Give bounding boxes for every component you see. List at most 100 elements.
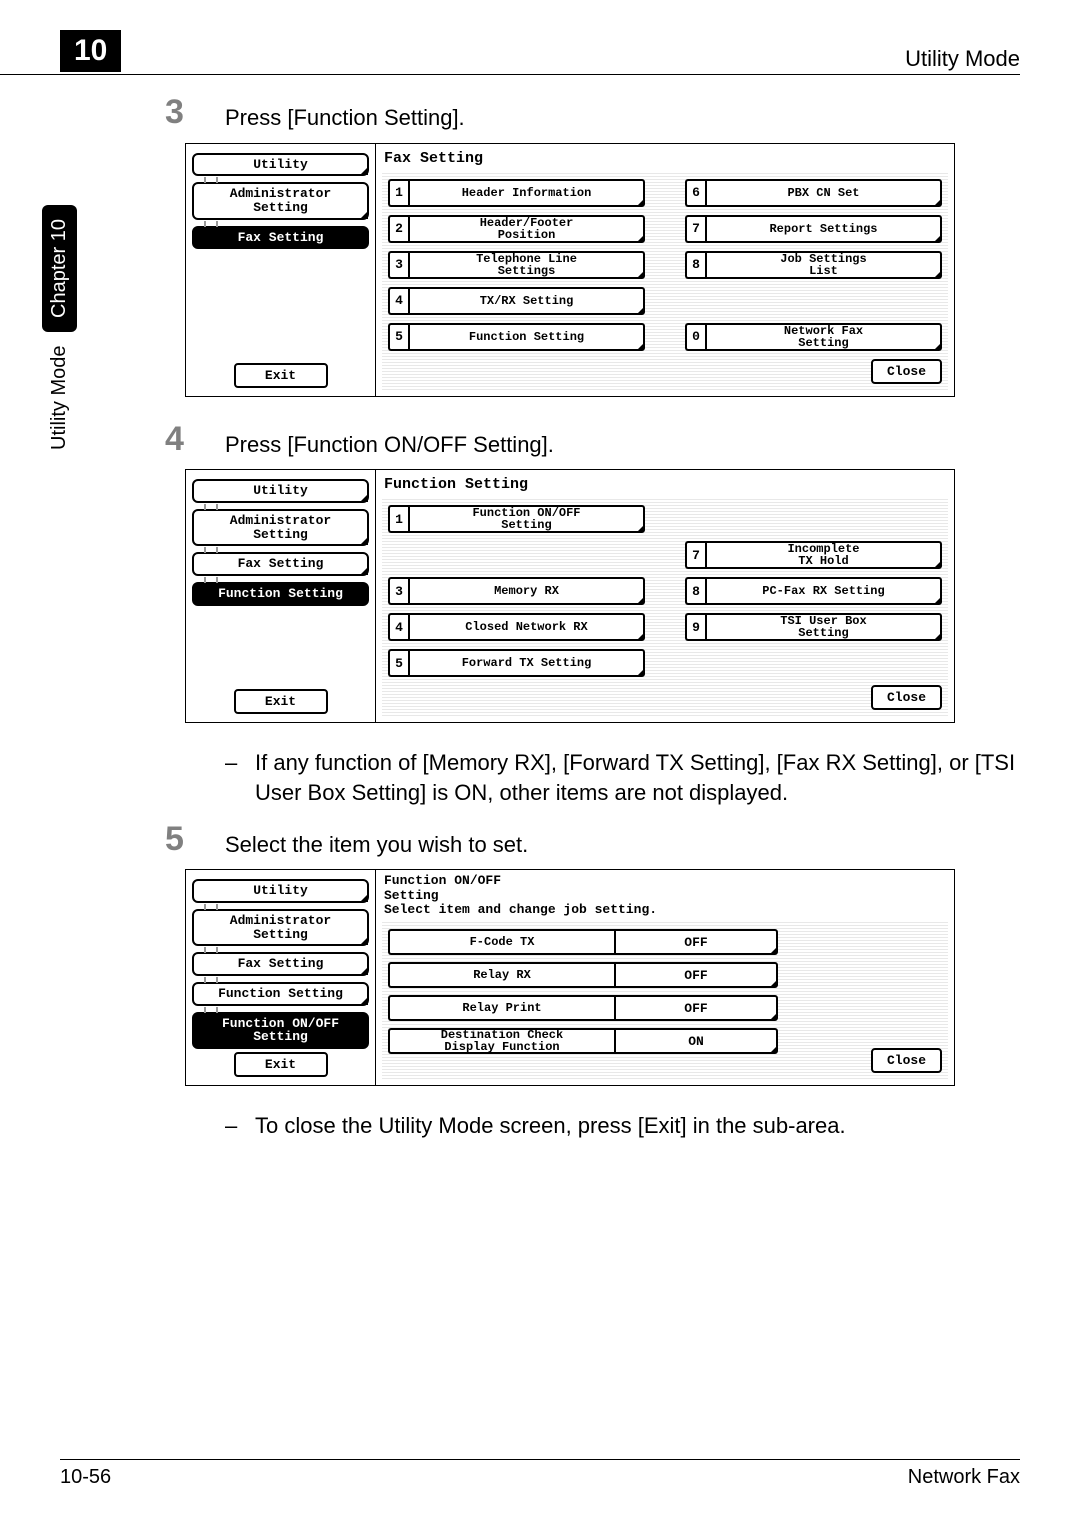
step-5-note: To close the Utility Mode screen, press … [255, 1111, 846, 1141]
menu-option[interactable]: 5Function Setting [388, 323, 645, 351]
menu-option-number: 0 [685, 323, 705, 351]
menu-option[interactable]: 7Incomplete TX Hold [685, 541, 942, 569]
menu-option-number: 5 [388, 323, 408, 351]
menu-option[interactable]: 7Report Settings [685, 215, 942, 243]
menu-option-number: 7 [685, 215, 705, 243]
menu-option-number: 3 [388, 251, 408, 279]
note-dash: – [225, 748, 255, 807]
menu-option-number: 7 [685, 541, 705, 569]
screen-function-setting: Utility Administrator Setting Fax Settin… [185, 469, 955, 723]
onoff-row[interactable]: Destination Check Display FunctionON [388, 1028, 778, 1054]
menu-option[interactable]: 2Header/Footer Position [388, 215, 645, 243]
header-title: Utility Mode [905, 46, 1020, 72]
menu-option[interactable]: 8Job Settings List [685, 251, 942, 279]
menu-option[interactable]: 4Closed Network RX [388, 613, 645, 641]
onoff-label: F-Code TX [388, 929, 614, 955]
screen-fax-setting: Utility Administrator Setting Fax Settin… [185, 143, 955, 397]
menu-option-label: PBX CN Set [705, 179, 942, 207]
crumb-function-setting[interactable]: Function Setting [192, 582, 369, 606]
menu-option-label: Network Fax Setting [705, 323, 942, 351]
menu-option[interactable]: 1Header Information [388, 179, 645, 207]
crumb-function-setting[interactable]: Function Setting [192, 982, 369, 1006]
menu-option-label: Job Settings List [705, 251, 942, 279]
menu-option[interactable]: 4TX/RX Setting [388, 287, 645, 315]
menu-option-number: 6 [685, 179, 705, 207]
step-4-number: 4 [165, 422, 225, 456]
side-tab: Utility Mode Chapter 10 [42, 205, 77, 450]
menu-option[interactable]: 3Memory RX [388, 577, 645, 605]
exit-button[interactable]: Exit [234, 1052, 328, 1077]
crumb-fax-setting[interactable]: Fax Setting [192, 552, 369, 576]
side-label: Utility Mode [48, 346, 70, 450]
crumb-admin-setting[interactable]: Administrator Setting [192, 182, 369, 219]
close-button[interactable]: Close [871, 359, 942, 384]
step-4-note: If any function of [Memory RX], [Forward… [255, 748, 1020, 807]
onoff-value: ON [614, 1028, 778, 1054]
onoff-row[interactable]: F-Code TXOFF [388, 929, 778, 955]
step-5-number: 5 [165, 822, 225, 856]
menu-option-number: 4 [388, 287, 408, 315]
menu-option-label: Memory RX [408, 577, 645, 605]
menu-option-label: Function ON/OFF Setting [408, 505, 645, 533]
menu-option-label: PC-Fax RX Setting [705, 577, 942, 605]
crumb-admin-setting[interactable]: Administrator Setting [192, 909, 369, 946]
menu-option-label: TX/RX Setting [408, 287, 645, 315]
menu-option-label: Header/Footer Position [408, 215, 645, 243]
menu-option-number: 8 [685, 251, 705, 279]
menu-option-number: 9 [685, 613, 705, 641]
exit-button[interactable]: Exit [234, 363, 328, 388]
menu-option-label: Forward TX Setting [408, 649, 645, 677]
onoff-value: OFF [614, 962, 778, 988]
side-chapter-pill: Chapter 10 [42, 205, 77, 332]
onoff-row[interactable]: Relay PrintOFF [388, 995, 778, 1021]
crumb-fax-setting[interactable]: Fax Setting [192, 952, 369, 976]
chapter-number: 10 [60, 30, 121, 72]
close-button[interactable]: Close [871, 685, 942, 710]
screen-title: Function Setting [382, 474, 948, 497]
menu-option-number: 3 [388, 577, 408, 605]
menu-option[interactable]: 0Network Fax Setting [685, 323, 942, 351]
menu-option-label: Telephone Line Settings [408, 251, 645, 279]
menu-option[interactable]: 9TSI User Box Setting [685, 613, 942, 641]
onoff-label: Destination Check Display Function [388, 1028, 614, 1054]
menu-option[interactable]: 3Telephone Line Settings [388, 251, 645, 279]
menu-option-number: 2 [388, 215, 408, 243]
crumb-utility[interactable]: Utility [192, 479, 369, 503]
menu-option[interactable]: 5Forward TX Setting [388, 649, 645, 677]
crumb-utility[interactable]: Utility [192, 879, 369, 903]
menu-option-label: Function Setting [408, 323, 645, 351]
menu-option-label: Incomplete TX Hold [705, 541, 942, 569]
page-number: 10-56 [60, 1466, 111, 1489]
onoff-label: Relay RX [388, 962, 614, 988]
crumb-utility[interactable]: Utility [192, 153, 369, 177]
onoff-value: OFF [614, 995, 778, 1021]
step-4-text: Press [Function ON/OFF Setting]. [225, 422, 554, 460]
menu-option-number: 4 [388, 613, 408, 641]
menu-option-number: 1 [388, 179, 408, 207]
menu-option[interactable]: 6PBX CN Set [685, 179, 942, 207]
menu-option-number: 8 [685, 577, 705, 605]
menu-option-number: 1 [388, 505, 408, 533]
onoff-label: Relay Print [388, 995, 614, 1021]
footer-title: Network Fax [908, 1466, 1020, 1489]
menu-option-label: Closed Network RX [408, 613, 645, 641]
screen-function-onoff: Utility Administrator Setting Fax Settin… [185, 869, 955, 1085]
menu-option-label: Report Settings [705, 215, 942, 243]
screen-title: Function ON/OFF SettingSelect item and c… [382, 874, 948, 921]
onoff-row[interactable]: Relay RXOFF [388, 962, 778, 988]
screen-title: Fax Setting [382, 148, 948, 171]
step-3-text: Press [Function Setting]. [225, 95, 465, 133]
menu-option[interactable]: 1Function ON/OFF Setting [388, 505, 645, 533]
menu-option-number: 5 [388, 649, 408, 677]
note-dash: – [225, 1111, 255, 1141]
crumb-admin-setting[interactable]: Administrator Setting [192, 509, 369, 546]
step-3-number: 3 [165, 95, 225, 129]
exit-button[interactable]: Exit [234, 689, 328, 714]
menu-option[interactable]: 8PC-Fax RX Setting [685, 577, 942, 605]
crumb-fax-setting[interactable]: Fax Setting [192, 226, 369, 250]
onoff-value: OFF [614, 929, 778, 955]
menu-option-label: Header Information [408, 179, 645, 207]
crumb-function-onoff[interactable]: Function ON/OFF Setting [192, 1012, 369, 1049]
step-5-text: Select the item you wish to set. [225, 822, 528, 860]
close-button[interactable]: Close [871, 1048, 942, 1073]
